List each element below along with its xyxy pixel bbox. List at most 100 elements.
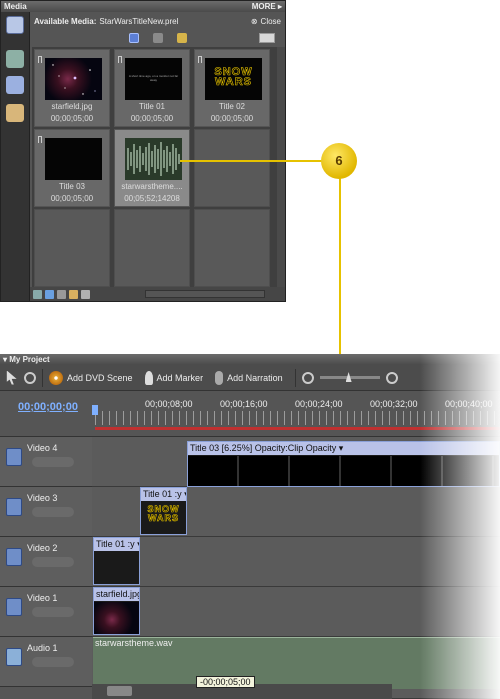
ruler-ticks [95,411,500,425]
close-button[interactable]: Close [261,17,281,26]
zoom-out-icon[interactable] [301,371,314,384]
lane-video-4[interactable]: Title 03 [6.25%] Opacity:Clip Opacity ▾ [92,437,500,487]
track-header-video-4[interactable]: Video 4 [0,437,92,487]
video-track-icon [6,498,22,516]
video-track-icon [6,548,22,566]
image-filter-icon[interactable] [176,33,187,43]
close-icon[interactable]: ⊗ [251,17,258,26]
title-01-thumb-text: A short time ago, on a monitor not far a… [128,74,179,82]
media-title: Media [4,2,27,11]
empty-cell [114,209,190,287]
clip-title-01-v2[interactable]: Title 01 :y ▾ [93,537,140,585]
playhead-handle[interactable] [92,405,98,415]
track-header-video-2[interactable]: Video 2 [0,537,92,587]
media-item-name: starwarstheme.... [121,182,183,191]
ruler-label: 00;00;40;00 [445,399,493,409]
media-item-starfield[interactable]: starfield.jpg 00;00;05;00 [34,49,110,127]
project-file-name: StarWarsTitleNew.prel [99,16,179,26]
starfield-thumbnail [45,58,102,100]
snow-wars-logo: SNOW WARS [214,66,253,88]
scrollbar-thumb[interactable] [107,686,132,696]
track-controls[interactable] [32,507,74,517]
add-dvd-scene-button[interactable]: Add DVD Scene [49,370,133,385]
track-controls[interactable] [32,457,74,467]
selection-tool-icon[interactable] [6,370,17,385]
title-01-thumbnail: A short time ago, on a monitor not far a… [125,58,182,100]
clip-label: Title 03 [6.25%] Opacity:Clip Opacity ▾ [188,442,499,455]
ruler-label: 00;00;16;00 [220,399,268,409]
track-controls[interactable] [32,657,74,667]
add-narration-button[interactable]: Add Narration [215,370,283,385]
empty-cell [34,209,110,287]
clip-label: starwarstheme.wav [95,638,173,648]
time-stretch-icon[interactable] [24,371,36,384]
track-name: Audio 1 [27,643,58,653]
new-item-icon[interactable] [259,33,275,43]
lane-video-3[interactable]: Title 01 :y ▾ SNOW WARS [92,487,500,537]
clip-label: Title 01 :y ▾ [94,538,140,551]
zoom-slider-knob[interactable] [345,372,352,382]
film-reel-icon[interactable] [6,16,24,34]
trash-icon[interactable] [81,289,90,299]
media-item-duration: 00;05;52;14208 [124,194,180,203]
media-item-starwarstheme[interactable]: starwarstheme.... 00;05;52;14208 [114,129,190,207]
audio-filter-icon[interactable] [152,33,163,43]
available-media-label: Available Media: [34,16,97,26]
media-horizontal-scrollbar[interactable] [145,290,265,298]
media-item-title-03[interactable]: Title 03 00;00;05;00 [34,129,110,207]
add-narration-label: Add Narration [227,372,283,383]
clapper-icon[interactable] [6,50,24,68]
media-item-name: Title 03 [59,182,85,191]
clip-title-03[interactable]: Title 03 [6.25%] Opacity:Clip Opacity ▾ [187,441,500,487]
media-item-duration: 00;00;05;00 [210,114,254,123]
track-controls[interactable] [32,607,74,617]
thumbnail-size-icon[interactable] [57,289,66,299]
lane-video-2[interactable]: Title 01 :y ▾ [92,537,500,587]
more-button[interactable]: MORE ▸ [252,2,282,11]
timeline-ruler[interactable]: 00;00;00;00 00;00;08;00 00;00;16;00 00;0… [0,391,500,437]
ruler-label: 00;00;24;00 [295,399,343,409]
track-header-audio-1[interactable]: Audio 1 [0,637,92,687]
work-area-bar[interactable] [95,427,500,430]
media-item-name: starfield.jpg [51,102,93,111]
list-view-icon[interactable] [33,289,42,299]
add-dvd-scene-label: Add DVD Scene [67,372,133,383]
flag-icon [198,56,202,63]
lane-video-1[interactable]: starfield.jpg [92,587,500,637]
video-filter-icon[interactable] [128,33,139,43]
ruler-label: 00;00;08;00 [145,399,193,409]
ruler-label: 00;00;32;00 [370,399,418,409]
add-marker-button[interactable]: Add Marker [144,370,204,385]
marker-icon [144,370,153,385]
track-name: Video 4 [27,443,58,453]
media-item-title-02[interactable]: SNOW WARS Title 02 00;00;05;00 [194,49,270,127]
titles-icon[interactable] [6,104,24,122]
title-02-thumbnail: SNOW WARS [205,58,262,100]
zoom-slider[interactable] [319,372,380,382]
zoom-in-icon[interactable] [385,371,398,384]
current-timecode[interactable]: 00;00;00;00 [18,401,78,413]
project-title: My Project [9,355,50,364]
new-folder-icon[interactable] [69,289,78,299]
icon-view-icon[interactable] [45,289,54,299]
media-vertical-scrollbar[interactable] [277,47,285,287]
media-bottom-bar [30,287,285,301]
speaker-icon [6,648,22,666]
track-controls[interactable] [32,557,74,567]
clip-starfield[interactable]: starfield.jpg [93,587,140,635]
effects-icon[interactable] [6,76,24,94]
empty-cell [194,209,270,287]
timeline-toolbar: Add DVD Scene Add Marker Add Narration [0,365,500,391]
snow-wars-logo: SNOW WARS [147,504,180,523]
flag-icon [118,56,122,63]
video-track-icon [6,448,22,466]
track-header-video-1[interactable]: Video 1 [0,587,92,637]
callout-leader-line [180,160,328,162]
add-marker-label: Add Marker [156,372,204,383]
media-content: Available Media: StarWarsTitleNew.prel ⊗… [30,12,285,301]
clip-title-01-v3[interactable]: Title 01 :y ▾ SNOW WARS [140,487,187,535]
track-header-video-3[interactable]: Video 3 [0,487,92,537]
media-titlebar: Media MORE ▸ [1,1,285,12]
media-item-title-01[interactable]: A short time ago, on a monitor not far a… [114,49,190,127]
clip-starwarstheme[interactable]: starwarstheme.wav [93,637,500,689]
